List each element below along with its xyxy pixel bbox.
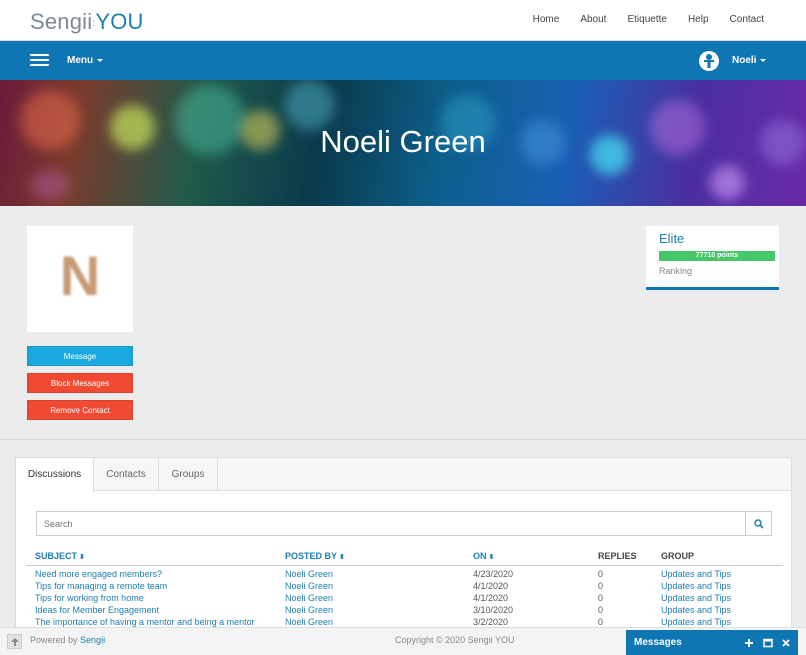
messages-bar[interactable]: Messages bbox=[626, 630, 798, 655]
logo-text-part1: Sengii bbox=[30, 9, 93, 34]
nav-link-etiquette[interactable]: Etiquette bbox=[627, 14, 666, 25]
scroll-top-button[interactable] bbox=[7, 634, 22, 649]
top-header: Sengii:YOU Home About Etiquette Help Con… bbox=[0, 0, 806, 41]
sort-icon: ⬍ bbox=[488, 554, 495, 561]
cell-group[interactable]: Updates and Tips bbox=[661, 569, 731, 579]
nav-link-home[interactable]: Home bbox=[533, 14, 560, 25]
top-nav: Home About Etiquette Help Contact bbox=[512, 14, 764, 25]
cell-posted-by[interactable]: Noeli Green bbox=[285, 581, 333, 591]
cell-date: 4/1/2020 bbox=[473, 581, 509, 591]
tab-contacts[interactable]: Contacts bbox=[94, 458, 159, 491]
cell-replies: 0 bbox=[598, 569, 604, 579]
user-name-label: Noeli bbox=[732, 55, 757, 66]
remove-contact-button[interactable]: Remove Contact bbox=[27, 400, 133, 420]
cell-group[interactable]: Updates and Tips bbox=[661, 581, 731, 591]
block-messages-button[interactable]: Block Messages bbox=[27, 373, 133, 393]
header-divider bbox=[26, 565, 783, 566]
cell-subject[interactable]: Tips for managing a remote team bbox=[35, 581, 167, 591]
logo-text-part2: YOU bbox=[95, 9, 144, 34]
arrow-up-icon bbox=[11, 638, 19, 646]
cell-group[interactable]: Updates and Tips bbox=[661, 605, 731, 615]
cell-date: 3/2/2020 bbox=[473, 617, 509, 627]
cell-posted-by[interactable]: Noeli Green bbox=[285, 593, 333, 603]
search-icon bbox=[754, 519, 764, 529]
plus-icon[interactable] bbox=[743, 636, 755, 648]
hamburger-menu-icon[interactable] bbox=[30, 54, 49, 67]
profile-name-title: Noeli Green bbox=[320, 124, 486, 159]
column-header-posted-by[interactable]: POSTED BY ⬍ bbox=[285, 551, 345, 561]
sort-icon: ⬍ bbox=[339, 554, 345, 561]
cell-subject[interactable]: Tips for working from home bbox=[35, 593, 144, 603]
header-posted-by-label: POSTED BY bbox=[285, 551, 338, 561]
section-divider bbox=[0, 439, 806, 440]
tab-strip: Discussions Contacts Groups bbox=[16, 458, 791, 492]
nav-link-help[interactable]: Help bbox=[688, 14, 709, 25]
search-button[interactable] bbox=[745, 511, 772, 536]
column-header-subject[interactable]: SUBJECT ⬍ bbox=[35, 551, 85, 561]
cell-replies: 0 bbox=[598, 593, 604, 603]
profile-banner: Noeli Green bbox=[0, 80, 806, 206]
cell-replies: 0 bbox=[598, 617, 604, 627]
cell-date: 3/10/2020 bbox=[473, 605, 514, 615]
menu-dropdown[interactable]: Menu bbox=[67, 55, 104, 66]
column-header-replies: REPLIES bbox=[598, 551, 637, 561]
nav-link-about[interactable]: About bbox=[580, 14, 606, 25]
powered-by: Powered by Sengii bbox=[30, 635, 105, 645]
rank-progress-bar: 77710 points bbox=[659, 251, 775, 261]
cell-subject[interactable]: Ideas for Member Engagement bbox=[35, 605, 159, 615]
caret-down-icon bbox=[760, 58, 767, 62]
cell-posted-by[interactable]: Noeli Green bbox=[285, 569, 333, 579]
rank-label: Ranking bbox=[659, 266, 693, 276]
user-avatar[interactable] bbox=[699, 51, 719, 71]
avatar-letter: N bbox=[59, 244, 101, 307]
cell-replies: 0 bbox=[598, 605, 604, 615]
tab-groups[interactable]: Groups bbox=[159, 458, 218, 491]
caret-down-icon bbox=[97, 58, 104, 62]
site-logo[interactable]: Sengii:YOU bbox=[30, 9, 144, 35]
rank-points-text: 77710 points bbox=[695, 252, 739, 259]
sengii-link[interactable]: Sengii bbox=[80, 635, 105, 645]
person-icon bbox=[704, 54, 714, 68]
user-dropdown[interactable]: Noeli bbox=[732, 55, 767, 66]
cell-date: 4/1/2020 bbox=[473, 593, 509, 603]
maximize-icon[interactable] bbox=[762, 636, 774, 648]
cell-subject[interactable]: Need more engaged members? bbox=[35, 569, 162, 579]
nav-link-contact[interactable]: Contact bbox=[730, 14, 764, 25]
table-row: Tips for working from home Noeli Green 4/1… bbox=[16, 593, 791, 605]
profile-avatar: N bbox=[27, 226, 133, 332]
header-on-label: ON bbox=[473, 551, 487, 561]
cell-group[interactable]: Updates and Tips bbox=[661, 593, 731, 603]
sort-icon: ⬍ bbox=[79, 554, 85, 561]
cell-date: 4/23/2020 bbox=[473, 569, 514, 579]
cell-subject[interactable]: The importance of having a mentor and be… bbox=[35, 617, 255, 627]
close-icon[interactable] bbox=[780, 636, 792, 648]
cell-posted-by[interactable]: Noeli Green bbox=[285, 617, 333, 627]
rank-name: Elite bbox=[659, 231, 685, 246]
column-header-on[interactable]: ON ⬍ bbox=[473, 551, 494, 561]
tab-discussions[interactable]: Discussions bbox=[16, 458, 94, 492]
copyright-text: Copyright © 2020 Sengii YOU bbox=[395, 635, 515, 645]
messages-bar-title: Messages bbox=[634, 637, 682, 648]
ranking-card: Elite 77710 points Ranking bbox=[646, 226, 779, 290]
message-button[interactable]: Message bbox=[27, 346, 133, 366]
menu-label: Menu bbox=[67, 55, 94, 66]
powered-by-label: Powered by bbox=[30, 635, 78, 645]
main-nav-bar: Menu Noeli bbox=[0, 41, 806, 80]
search-input[interactable] bbox=[36, 511, 746, 536]
activity-panel: Discussions Contacts Groups SUBJECT⬍ POS… bbox=[15, 457, 792, 655]
table-row: Ideas for Member Engagement Noeli Green 3/… bbox=[16, 605, 791, 617]
cell-group[interactable]: Updates and Tips bbox=[661, 617, 731, 627]
header-subject-label: SUBJECT bbox=[35, 551, 78, 561]
table-row: Need more engaged members? Noeli Green 4/2… bbox=[16, 569, 791, 581]
cell-posted-by[interactable]: Noeli Green bbox=[285, 605, 333, 615]
table-row: Tips for managing a remote team Noeli Gre… bbox=[16, 581, 791, 593]
column-header-group: GROUP bbox=[661, 551, 695, 561]
cell-replies: 0 bbox=[598, 581, 604, 591]
